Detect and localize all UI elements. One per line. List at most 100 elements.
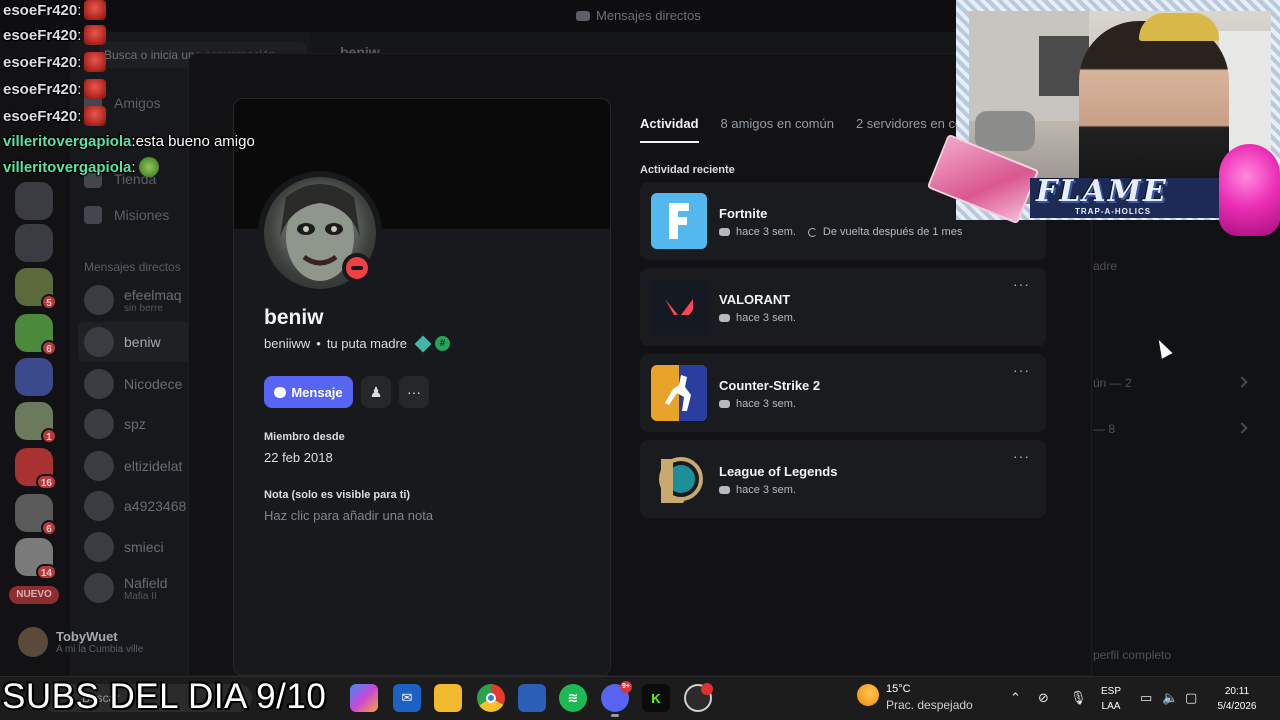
server-badge: 6 <box>41 520 57 536</box>
activity-name: Fortnite <box>719 206 768 221</box>
chat-line: esoeFr420: <box>3 106 107 126</box>
frog-emote-icon <box>138 157 159 177</box>
tray-chevron-icon[interactable]: ⌃ <box>1010 690 1021 706</box>
chat-line: esoeFr420: <box>3 25 107 45</box>
chat-bubble-icon <box>274 386 287 398</box>
nav-quests[interactable]: Misiones <box>84 206 169 224</box>
server-icon[interactable]: 1 <box>15 402 57 444</box>
subs-counter-overlay: SUBS DEL DIA 9/10 <box>2 677 327 716</box>
profile-username: beniiww <box>264 336 311 351</box>
add-friend-icon: ♟ <box>369 384 383 400</box>
member-since-value: 22 feb 2018 <box>264 450 333 465</box>
activity-name: League of Legends <box>719 464 838 479</box>
server-badge: 5 <box>41 294 57 310</box>
network-off-icon[interactable]: ⊘ <box>1038 690 1049 706</box>
avatar <box>84 451 114 481</box>
activity-name: VALORANT <box>719 292 791 307</box>
chat-user: esoeFr420 <box>3 26 78 44</box>
activity-meta: hace 3 sem. <box>719 312 796 324</box>
battery-icon[interactable]: ▢ <box>1185 690 1197 706</box>
server-icon[interactable]: 14 <box>15 538 57 580</box>
weather-icon[interactable] <box>857 684 879 706</box>
profile-tabs: Actividad 8 amigos en común 2 servidores… <box>640 116 956 150</box>
more-options-button[interactable]: ··· <box>399 376 429 408</box>
chat-user: esoeFr420 <box>3 80 78 98</box>
obs-icon[interactable] <box>684 683 713 712</box>
server-badge: 1 <box>41 428 57 444</box>
add-friend-button[interactable]: ♟ <box>361 376 391 408</box>
tab-mutual-friends[interactable]: 8 amigos en común <box>721 116 834 143</box>
tab-activity[interactable]: Actividad <box>640 116 699 143</box>
mail-icon[interactable]: ✉ <box>393 684 421 712</box>
activity-card[interactable]: Counter-Strike 2 hace 3 sem. ··· <box>640 354 1046 432</box>
copilot-icon[interactable] <box>350 684 378 712</box>
activity-name: Counter-Strike 2 <box>719 378 821 393</box>
activity-meta: hace 3 sem. De vuelta después de 1 mes <box>719 226 962 238</box>
emote-icon <box>84 0 107 20</box>
avatar <box>84 409 114 439</box>
more-options-icon[interactable]: ··· <box>1013 362 1030 378</box>
note-input[interactable]: Haz clic para añadir una nota <box>264 508 433 523</box>
language-indicator[interactable]: ESP LAA <box>1101 684 1121 714</box>
chat-message: esta bueno amigo <box>135 133 255 150</box>
screen: Mensajes directos 5 6 1 16 6 14 NUEVO Bu… <box>0 0 1280 720</box>
server-icon[interactable]: 16 <box>15 448 57 490</box>
microphone-icon[interactable]: 🎙 <box>1070 690 1087 706</box>
activity-meta: hace 3 sem. <box>719 484 796 496</box>
user-name: TobyWuet <box>56 629 118 644</box>
avatar <box>84 285 114 315</box>
more-options-icon[interactable]: ··· <box>1013 448 1030 464</box>
discord-taskbar-icon[interactable]: 9+ <box>601 681 632 717</box>
league-of-legends-icon <box>651 451 707 507</box>
profile-card: beniw beniiww • tu puta madre # Mensaje … <box>233 98 611 676</box>
avatar <box>84 369 114 399</box>
store-icon[interactable] <box>518 684 546 712</box>
recent-activity-header: Actividad reciente <box>640 164 735 176</box>
chat-user: esoeFr420 <box>3 1 78 19</box>
volume-icon[interactable]: 🔈 <box>1162 690 1178 706</box>
chrome-icon[interactable] <box>477 684 505 712</box>
chat-line: villeritovergapiola: <box>3 157 159 177</box>
message-button[interactable]: Mensaje <box>264 376 353 408</box>
full-profile-link[interactable]: perfil completo <box>1093 648 1171 662</box>
server-sidebar: 5 6 1 16 6 14 <box>0 32 70 676</box>
display-icon[interactable]: ▭ <box>1140 690 1152 706</box>
folder-icon[interactable] <box>434 684 462 712</box>
server-badge: 14 <box>35 564 57 580</box>
server-icon[interactable]: 6 <box>15 314 57 356</box>
taskbar-clock[interactable]: 20:11 5/4/2026 <box>1212 684 1262 714</box>
chat-line: villeritovergapiola: esta bueno amigo <box>3 133 255 150</box>
profile-bio: tu puta madre <box>326 336 408 351</box>
more-dots-icon: ··· <box>407 384 421 400</box>
tab-mutual-servers[interactable]: 2 servidores en común <box>856 116 956 143</box>
profile-display-name: beniw <box>264 306 324 329</box>
flame-logo: FLAME <box>1036 174 1168 209</box>
spotify-icon[interactable]: ≋ <box>559 684 587 712</box>
activity-card[interactable]: VALORANT hace 3 sem. ··· <box>640 268 1046 346</box>
weather-temp[interactable]: 15°C <box>886 683 911 695</box>
badge-hash-icon[interactable]: # <box>435 336 451 351</box>
chat-user: esoeFr420 <box>3 107 78 125</box>
server-icon[interactable] <box>15 182 53 220</box>
user-panel[interactable]: TobyWuet A mi la Cumbia ville <box>10 617 180 667</box>
server-icon[interactable] <box>15 224 53 262</box>
avatar <box>18 627 48 657</box>
user-status: A mi la Cumbia ville <box>56 644 144 655</box>
server-icon[interactable]: 6 <box>15 494 57 536</box>
flame-subtitle: TRAP-A-HOLICS <box>1075 207 1152 216</box>
profile-avatar[interactable] <box>258 171 382 295</box>
emote-icon <box>84 79 107 99</box>
chat-line: esoeFr420: <box>3 79 107 99</box>
server-icon[interactable] <box>15 358 53 396</box>
gamepad-icon <box>719 228 730 236</box>
server-icon[interactable]: 5 <box>15 268 57 310</box>
more-options-icon[interactable]: ··· <box>1013 276 1030 292</box>
activity-card[interactable]: League of Legends hace 3 sem. ··· <box>640 440 1046 518</box>
new-badge[interactable]: NUEVO <box>9 586 59 604</box>
kick-icon[interactable]: K <box>642 684 670 712</box>
weather-desc[interactable]: Prac. despejado <box>886 698 973 712</box>
discord-badge: 9+ <box>620 681 632 693</box>
badge-gem-icon[interactable] <box>414 335 432 352</box>
profile-handle-row: beniiww • tu puta madre # <box>264 335 451 352</box>
valorant-icon <box>651 279 707 335</box>
